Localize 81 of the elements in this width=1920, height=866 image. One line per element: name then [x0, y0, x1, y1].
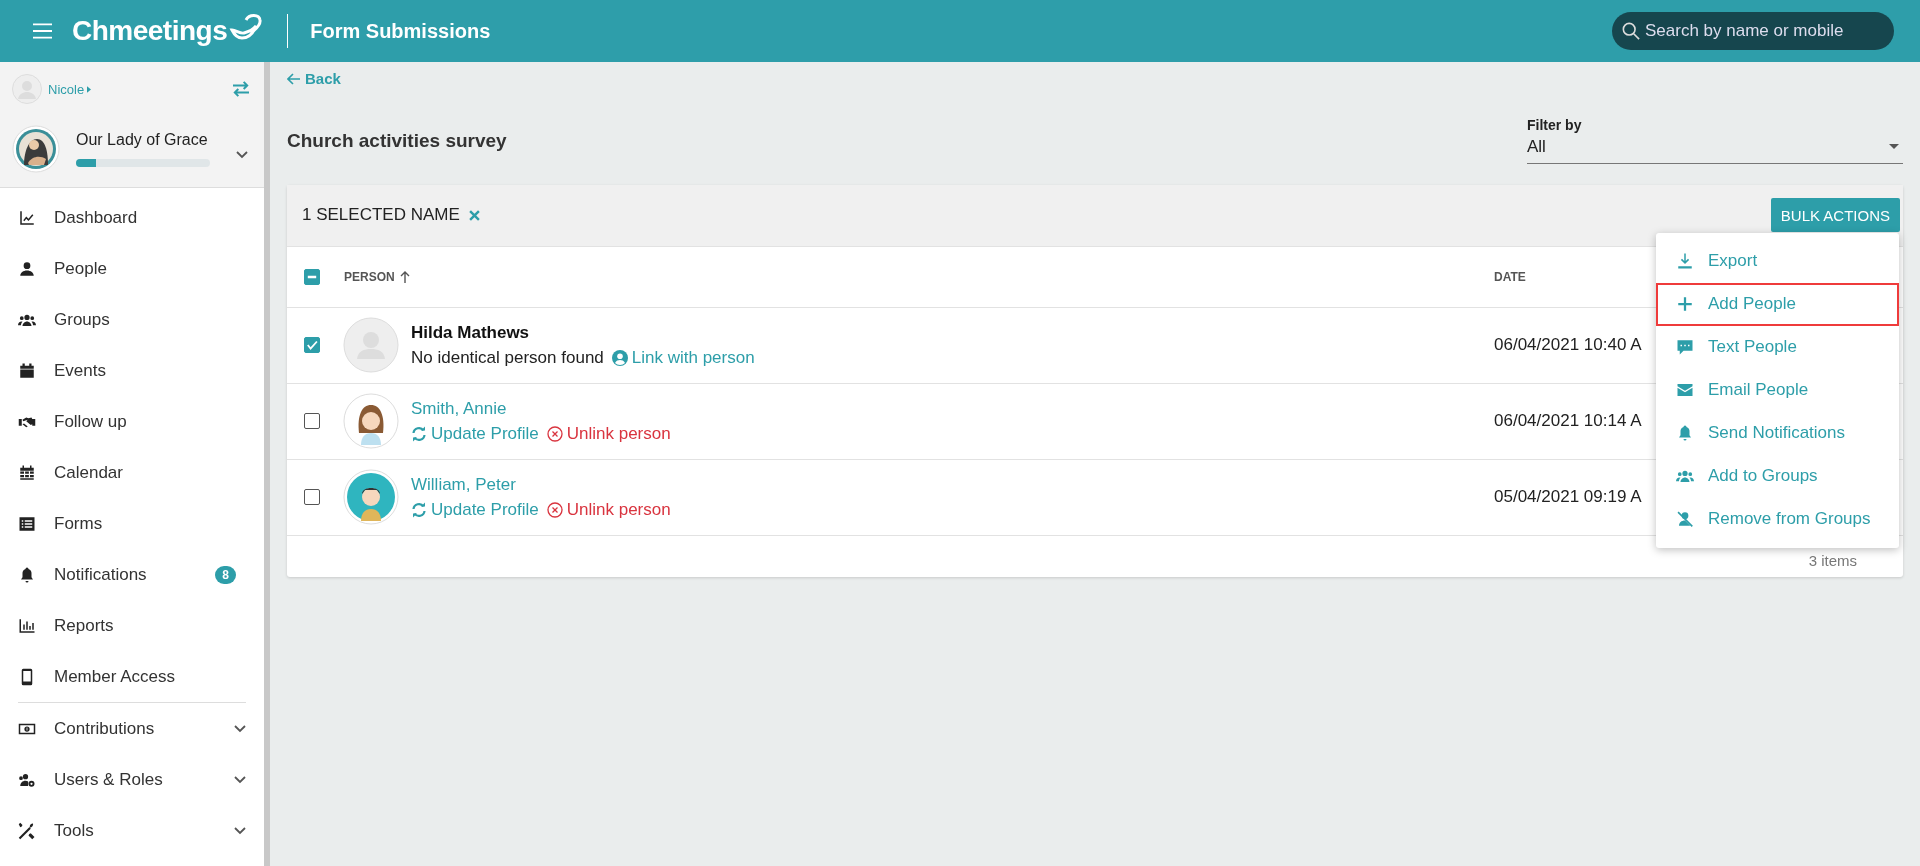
nav-item[interactable]: Tools — [0, 805, 264, 856]
search-icon — [1622, 22, 1640, 40]
close-circle-icon — [546, 501, 563, 518]
logo[interactable]: Chmeetings — [72, 15, 228, 47]
page-title: Form Submissions — [310, 19, 491, 43]
date-cell: 06/04/2021 10:40 A — [1494, 335, 1642, 355]
row-checkbox[interactable] — [304, 337, 320, 353]
menu-item[interactable]: Email People — [1656, 368, 1899, 412]
nav-item[interactable]: Dashboard — [0, 192, 264, 243]
menu-item[interactable]: Add People — [1656, 282, 1899, 326]
nav-item[interactable]: Contributions — [0, 703, 264, 754]
chevron-icon[interactable] — [236, 151, 248, 159]
calendar-icon — [18, 361, 36, 380]
download-icon — [1676, 252, 1694, 270]
action-link[interactable]: Unlink person — [546, 499, 671, 520]
organization-name: Our Lady of Grace — [76, 131, 209, 149]
caret-icon — [87, 85, 92, 93]
user-circle-icon — [611, 349, 628, 366]
chart-icon — [18, 208, 36, 227]
menu-item[interactable]: Export — [1656, 239, 1899, 283]
nav-item[interactable]: Users & Roles — [0, 754, 264, 805]
action-link[interactable]: Unlink person — [546, 423, 671, 444]
nav-item[interactable]: Calendar — [0, 447, 264, 498]
heart-hand-icon — [229, 12, 264, 42]
filter-label: Filter by — [1527, 116, 1583, 133]
envelope-icon — [1676, 381, 1694, 399]
item-count: 3 items — [1808, 551, 1857, 569]
count-badge: 8 — [215, 565, 236, 584]
menu-item[interactable]: Send Notifications — [1656, 411, 1899, 455]
swap-icon[interactable] — [232, 81, 250, 97]
close-icon[interactable] — [468, 209, 480, 221]
row-checkbox[interactable] — [304, 413, 320, 429]
status-text: No identical person found — [411, 347, 604, 368]
plus-icon — [1676, 295, 1694, 313]
form-title: Church activities survey — [287, 129, 507, 152]
nav-item[interactable]: People — [0, 243, 264, 294]
person-name[interactable]: Smith, Annie — [411, 398, 671, 419]
bell-icon — [18, 565, 36, 584]
chat-icon — [1676, 338, 1694, 356]
list-icon — [18, 514, 36, 533]
action-link[interactable]: Update Profile — [411, 423, 539, 444]
row-checkbox[interactable] — [304, 489, 320, 505]
search-field[interactable]: Search by name or mobile — [1612, 12, 1894, 50]
bulk-actions-button[interactable]: BULK ACTIONS — [1770, 198, 1900, 232]
bar-chart-icon — [18, 616, 36, 635]
user-name[interactable]: Nicole — [48, 81, 85, 97]
selection-count: 1 SELECTED NAME — [302, 205, 460, 225]
nav-item[interactable]: Forms — [0, 498, 264, 549]
refresh-icon — [411, 501, 427, 518]
close-circle-icon — [546, 425, 563, 442]
action-link[interactable]: Link with person — [611, 347, 755, 368]
column-header[interactable]: DATE — [1494, 269, 1526, 284]
checkmark-icon — [305, 338, 319, 352]
person-slash-icon — [1676, 510, 1694, 528]
calendar-grid-icon — [18, 463, 36, 482]
back-link[interactable]: Back — [287, 70, 341, 87]
action-link[interactable]: Update Profile — [411, 499, 539, 520]
menu-item[interactable]: Add to Groups — [1656, 454, 1899, 498]
refresh-icon — [411, 425, 427, 442]
nav-item[interactable]: Follow up — [0, 396, 264, 447]
select-all-checkbox[interactable] — [304, 268, 320, 285]
date-cell: 05/04/2021 09:19 A — [1494, 487, 1642, 507]
nav-item[interactable]: Reports — [0, 600, 264, 651]
nav-item[interactable]: Events — [0, 345, 264, 396]
person-name[interactable]: William, Peter — [411, 474, 671, 495]
menu-icon[interactable] — [33, 23, 52, 39]
column-header[interactable]: PERSON — [344, 269, 410, 284]
arrow-left-icon — [287, 72, 301, 85]
person-icon — [18, 259, 36, 278]
menu-item[interactable]: Text People — [1656, 325, 1899, 369]
bell-icon — [1676, 424, 1694, 442]
person-name: Hilda Mathews — [411, 322, 531, 343]
avatar-icon — [343, 317, 399, 373]
menu-item[interactable]: Remove from Groups — [1656, 497, 1899, 541]
sort-arrow-icon — [399, 270, 410, 283]
nav-item[interactable]: Groups — [0, 294, 264, 345]
caret-icon — [1889, 144, 1899, 149]
nav-item[interactable]: Notifications 8 — [0, 549, 264, 600]
filter-dropdown[interactable]: All — [1527, 132, 1903, 164]
date-cell: 06/04/2021 10:14 A — [1494, 411, 1642, 431]
nav-item[interactable]: Member Access — [0, 651, 264, 702]
